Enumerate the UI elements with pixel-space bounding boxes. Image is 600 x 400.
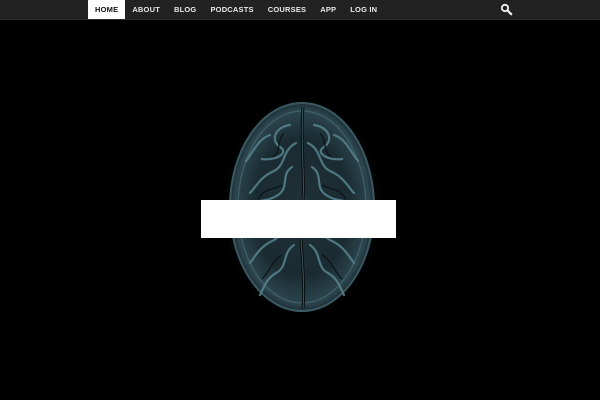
search-icon xyxy=(500,3,513,16)
nav-item-app[interactable]: APP xyxy=(313,0,343,19)
nav-item-about[interactable]: ABOUT xyxy=(125,0,167,19)
page: HOME ABOUT BLOG PODCASTS COURSES APP LOG… xyxy=(0,0,600,400)
overlay-box xyxy=(201,200,396,238)
nav-item-courses[interactable]: COURSES xyxy=(261,0,314,19)
search-button[interactable] xyxy=(500,3,513,16)
nav-item-home[interactable]: HOME xyxy=(88,0,126,19)
nav-item-blog[interactable]: BLOG xyxy=(167,0,203,19)
main-nav: HOME ABOUT BLOG PODCASTS COURSES APP LOG… xyxy=(88,0,384,19)
nav-item-log-in[interactable]: LOG IN xyxy=(343,0,384,19)
top-navigation-bar: HOME ABOUT BLOG PODCASTS COURSES APP LOG… xyxy=(0,0,600,20)
nav-item-podcasts[interactable]: PODCASTS xyxy=(203,0,260,19)
